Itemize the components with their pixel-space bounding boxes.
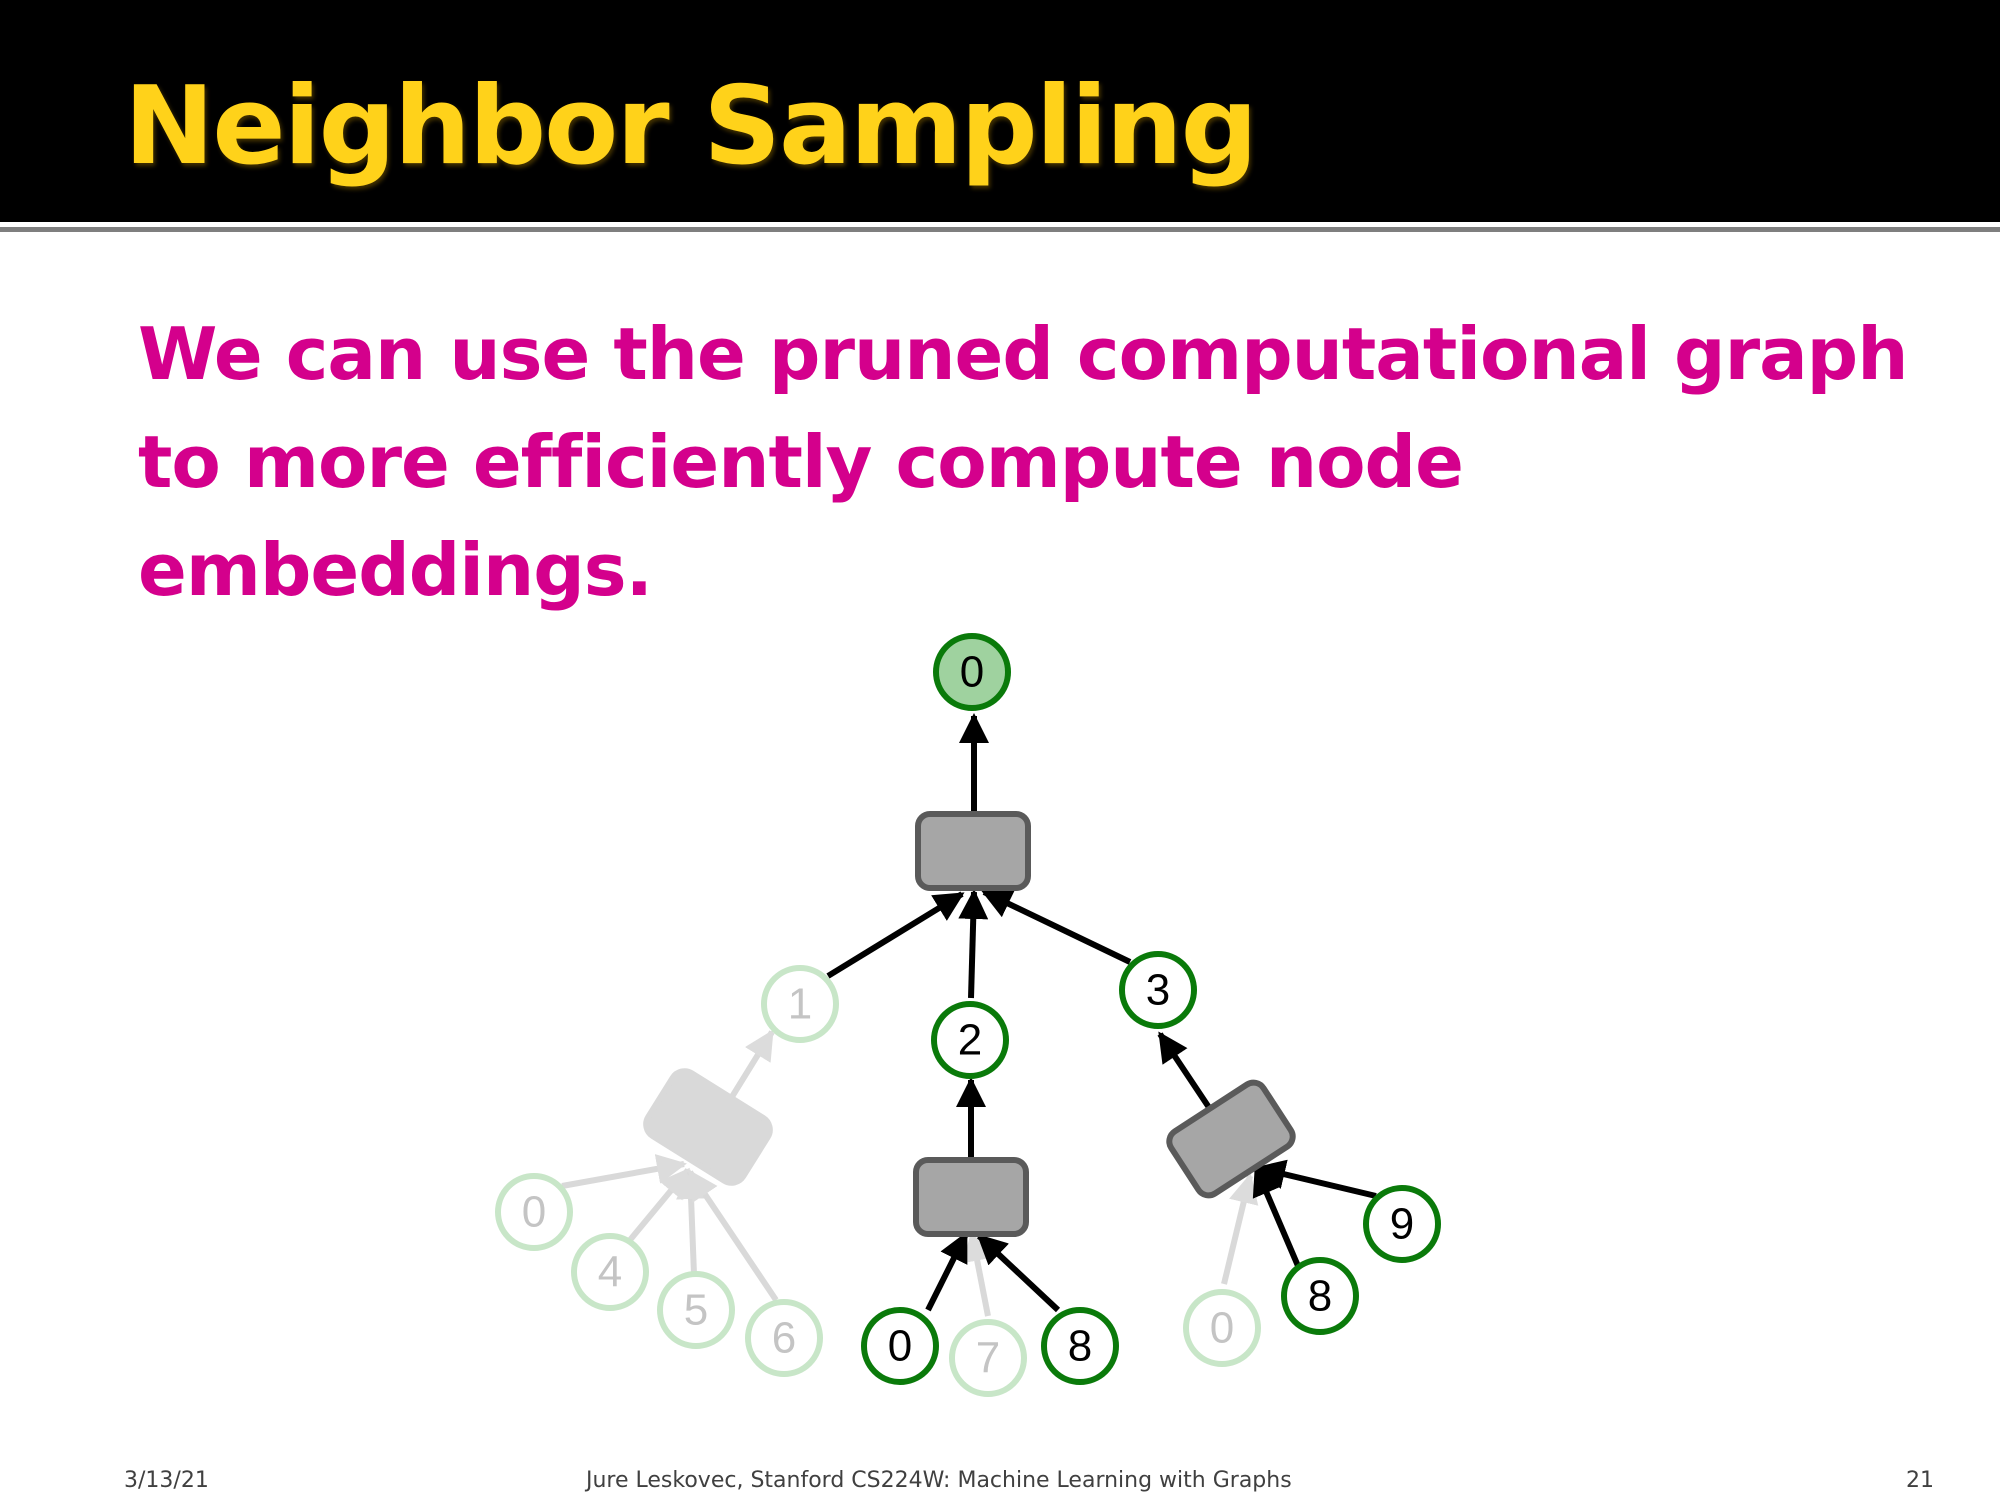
svg-text:0: 0 xyxy=(522,1188,546,1237)
edge-leaf0-to-left-box xyxy=(561,1154,687,1189)
edge-right-leaf9-to-right-box xyxy=(1255,1159,1377,1199)
node-3: 3 xyxy=(1119,951,1197,1029)
edge-node3-to-top-box xyxy=(981,889,1132,965)
edge-node1-to-top-box xyxy=(826,891,965,979)
footer-course: Jure Leskovec, Stanford CS224W: Machine … xyxy=(586,1468,1292,1493)
footer-date: 3/13/21 xyxy=(124,1468,209,1493)
svg-text:0: 0 xyxy=(888,1322,912,1371)
node-1-faded: 1 xyxy=(761,965,839,1043)
node-root-0: 0 xyxy=(933,633,1011,711)
edge-leaf7-to-middle-box xyxy=(962,1231,992,1317)
svg-text:2: 2 xyxy=(958,1016,982,1065)
svg-text:5: 5 xyxy=(684,1286,708,1335)
svg-text:7: 7 xyxy=(976,1334,1000,1383)
edge-left-box-to-node1 xyxy=(727,1029,775,1102)
node-right-leaf-0-faded: 0 xyxy=(1183,1289,1261,1367)
node-right-leaf-8: 8 xyxy=(1281,1257,1359,1335)
node-left-leaf-5: 5 xyxy=(657,1271,735,1349)
svg-text:0: 0 xyxy=(960,648,984,697)
edge-right-leaf8-to-right-box xyxy=(1252,1165,1301,1268)
node-middle-leaf-0: 0 xyxy=(861,1307,939,1385)
edge-node2-to-top-box xyxy=(958,889,989,999)
middle-aggregator-box xyxy=(913,1157,1029,1237)
svg-text:3: 3 xyxy=(1146,966,1170,1015)
edge-leaf4-to-left-box xyxy=(627,1167,691,1242)
node-right-leaf-9: 9 xyxy=(1363,1185,1441,1263)
edge-right-box-to-node3 xyxy=(1157,1031,1215,1114)
right-aggregator-box xyxy=(1166,1079,1296,1199)
top-aggregator-box xyxy=(915,811,1031,891)
node-left-leaf-0: 0 xyxy=(495,1173,573,1251)
svg-text:9: 9 xyxy=(1390,1200,1414,1249)
edge-right-leaf0-to-right-box xyxy=(1221,1173,1259,1285)
node-left-leaf-6: 6 xyxy=(745,1299,823,1377)
node-left-leaf-4: 4 xyxy=(571,1233,649,1311)
svg-text:8: 8 xyxy=(1308,1272,1332,1321)
node-2: 2 xyxy=(931,1001,1009,1079)
svg-text:4: 4 xyxy=(598,1248,622,1297)
node-middle-leaf-8: 8 xyxy=(1041,1307,1119,1385)
computational-graph-diagram: 1 0 4 5 6 7 0 0 2 3 0 8 8 9 xyxy=(495,633,1441,1397)
svg-text:8: 8 xyxy=(1068,1322,1092,1371)
footer-page-number: 21 xyxy=(1906,1468,1934,1493)
svg-text:6: 6 xyxy=(772,1314,796,1363)
faded-edges xyxy=(561,1029,1259,1317)
edge-middle-leaf8-to-middle-box xyxy=(976,1233,1061,1313)
node-middle-leaf-7-faded: 7 xyxy=(949,1319,1027,1397)
svg-text:1: 1 xyxy=(788,980,812,1029)
edge-middle-leaf0-to-middle-box xyxy=(925,1231,969,1312)
active-edges xyxy=(826,713,1377,1313)
edge-leaf5-to-left-box xyxy=(676,1169,707,1275)
svg-text:0: 0 xyxy=(1210,1304,1234,1353)
